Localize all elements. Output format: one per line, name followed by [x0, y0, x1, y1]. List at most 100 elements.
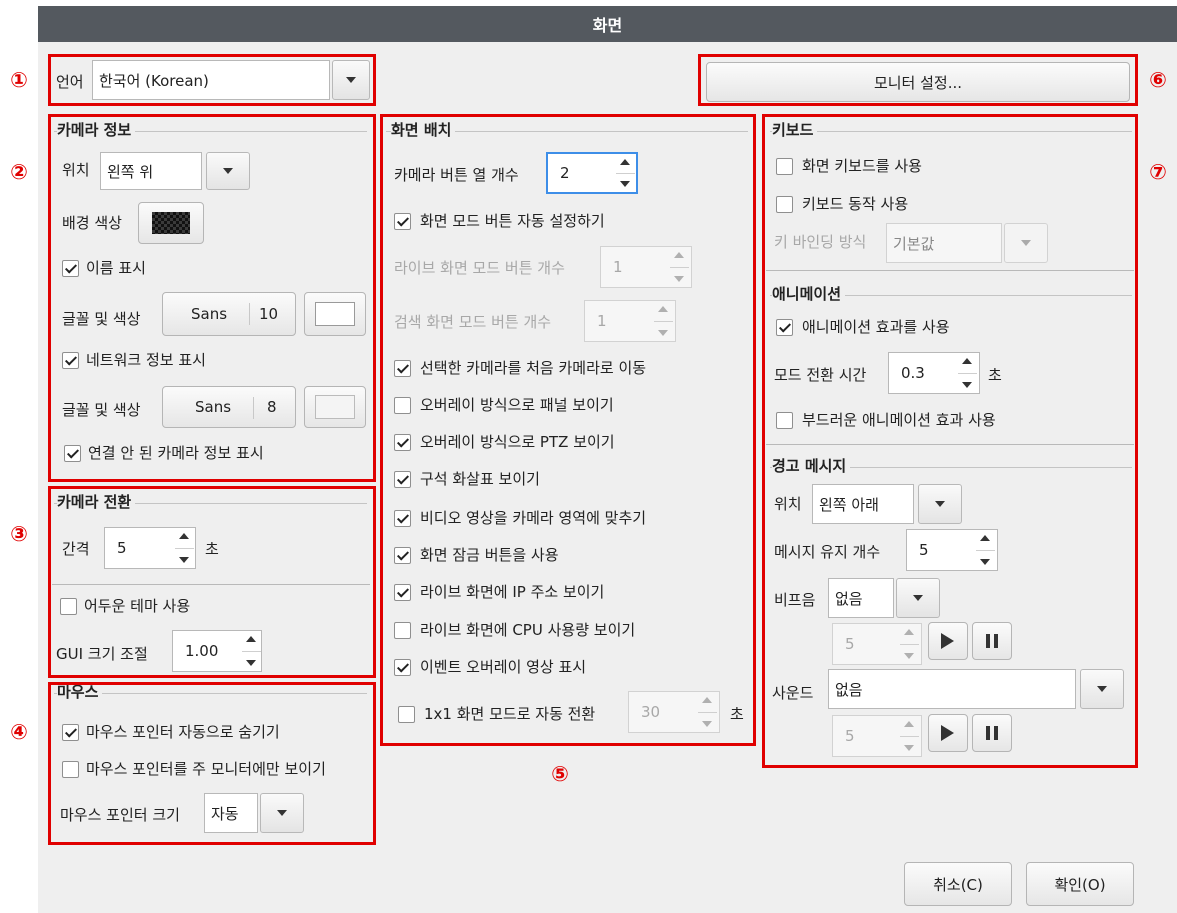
auto-1x1-spin-arrows[interactable] [698, 693, 717, 731]
layout-option-checkbox[interactable] [394, 659, 411, 676]
play-icon [941, 725, 954, 741]
marker-3: ③ [10, 522, 28, 546]
sound-value: 없음 [835, 680, 863, 699]
search-mode-buttons-spin-arrows[interactable] [654, 302, 673, 340]
interval-spin-arrows[interactable] [175, 529, 194, 567]
layout-option-label: 오버레이 방식으로 패널 보이기 [420, 396, 614, 414]
bg-color-button[interactable] [138, 202, 204, 244]
switch-time-spin-arrows[interactable] [958, 354, 977, 392]
layout-option-label: 화면 잠금 버튼을 사용 [420, 546, 559, 564]
camera-position-value: 왼쪽 위 [107, 162, 154, 181]
layout-option-checkbox[interactable] [394, 584, 411, 601]
layout-option-checkbox[interactable] [394, 510, 411, 527]
show-disconnected-label: 연결 안 된 카메라 정보 표시 [88, 444, 264, 462]
font-size-1: 10 [259, 305, 279, 323]
beep-label: 비프음 [774, 591, 816, 609]
layout-option-checkbox[interactable] [394, 622, 411, 639]
key-binding-select[interactable]: 기본값 [886, 223, 1002, 263]
layout-option-label: 구석 화살표 보이기 [420, 470, 540, 488]
auto-1x1-checkbox[interactable] [398, 706, 415, 723]
animation-effects-label: 애니메이션 효과를 사용 [802, 318, 950, 336]
columns-spin-arrows[interactable] [616, 155, 635, 191]
sound-select[interactable]: 없음 [828, 669, 1076, 709]
layout-option-label: 라이브 화면에 IP 주소 보이기 [420, 583, 605, 601]
beep-value: 없음 [835, 589, 863, 608]
font-button-2[interactable]: Sans 8 [162, 386, 296, 428]
pointer-size-select[interactable]: 자동 [204, 793, 258, 833]
sound-pause-button[interactable] [972, 714, 1012, 752]
sound-repeat-value: 5 [845, 727, 855, 745]
smooth-animation-label: 부드러운 애니메이션 효과 사용 [802, 411, 996, 429]
monitor-settings-button[interactable]: 모니터 설정... [706, 62, 1130, 102]
keep-count-label: 메시지 유지 개수 [774, 543, 881, 561]
layout-option-checkbox[interactable] [394, 360, 411, 377]
cancel-button[interactable]: 취소(C) [904, 862, 1012, 906]
keyboard-actions-checkbox[interactable] [776, 196, 793, 213]
camera-position-dropdown-button[interactable] [206, 152, 250, 190]
beep-play-button[interactable] [928, 622, 968, 660]
keep-count-spin-arrows[interactable] [976, 531, 995, 569]
font-color-swatch-2 [315, 395, 355, 419]
show-network-checkbox[interactable] [62, 352, 79, 369]
font-color-swatch-1 [315, 302, 355, 326]
key-binding-label: 키 바인딩 방식 [774, 233, 867, 251]
gui-scale-spin-arrows[interactable] [242, 632, 261, 670]
interval-unit: 초 [205, 540, 219, 558]
font-button-1[interactable]: Sans 10 [162, 292, 296, 336]
layout-option-label: 라이브 화면에 CPU 사용량 보이기 [420, 621, 636, 639]
sound-play-button[interactable] [928, 714, 968, 752]
font-color-label-2: 글꼴 및 색상 [62, 401, 141, 419]
onscreen-keyboard-checkbox[interactable] [776, 158, 793, 175]
animation-title: 애니메이션 [772, 287, 846, 302]
auto-mode-buttons-checkbox[interactable] [394, 213, 411, 230]
language-select[interactable]: 한국어 (Korean) [92, 60, 330, 100]
dialog-titlebar: 화면 [38, 6, 1177, 42]
pointer-size-dropdown-button[interactable] [260, 793, 304, 833]
auto-1x1-label: 1x1 화면 모드로 자동 전환 [424, 705, 596, 723]
gui-scale-label: GUI 크기 조절 [56, 645, 148, 663]
sound-dropdown-button[interactable] [1080, 669, 1124, 709]
layout-option-checkbox[interactable] [394, 471, 411, 488]
layout-option-checkbox[interactable] [394, 434, 411, 451]
auto-hide-pointer-checkbox[interactable] [62, 724, 79, 741]
beep-repeat-spin-arrows[interactable] [900, 625, 919, 663]
animation-effects-checkbox[interactable] [776, 319, 793, 336]
camera-position-select[interactable]: 왼쪽 위 [100, 152, 202, 190]
smooth-animation-checkbox[interactable] [776, 412, 793, 429]
camera-info-title: 카메라 정보 [57, 123, 136, 138]
marker-7: ⑦ [1149, 160, 1167, 184]
ok-button[interactable]: 확인(O) [1026, 862, 1134, 906]
beep-select[interactable]: 없음 [828, 578, 894, 618]
show-disconnected-checkbox[interactable] [64, 445, 81, 462]
warning-position-dropdown-button[interactable] [918, 484, 962, 524]
beep-pause-button[interactable] [972, 622, 1012, 660]
marker-2: ② [10, 160, 28, 184]
cancel-label: 취소(C) [933, 875, 983, 894]
camera-switch-separator [52, 584, 370, 585]
font-button-divider-2 [253, 397, 254, 419]
gui-scale-value: 1.00 [185, 642, 219, 660]
layout-option-checkbox[interactable] [394, 397, 411, 414]
language-dropdown-button[interactable] [332, 60, 370, 100]
key-binding-dropdown-button[interactable] [1004, 223, 1048, 263]
pause-icon [986, 634, 990, 648]
search-mode-buttons-label: 검색 화면 모드 버튼 개수 [394, 313, 552, 331]
font-color-button-2[interactable] [304, 386, 366, 428]
font-button-divider-1 [249, 303, 250, 325]
warning-position-value: 왼쪽 아래 [819, 495, 879, 514]
sound-label: 사운드 [772, 684, 814, 702]
show-name-checkbox[interactable] [62, 260, 79, 277]
layout-title: 화면 배치 [391, 123, 456, 138]
key-binding-value: 기본값 [893, 234, 935, 253]
dark-theme-checkbox[interactable] [60, 598, 77, 615]
dark-theme-label: 어두운 테마 사용 [84, 597, 191, 615]
layout-option-label: 비디오 영상을 카메라 영역에 맞추기 [420, 509, 647, 527]
sound-repeat-spin-arrows[interactable] [900, 717, 919, 755]
main-monitor-pointer-checkbox[interactable] [62, 761, 79, 778]
font-color-label-1: 글꼴 및 색상 [62, 310, 141, 328]
warning-position-select[interactable]: 왼쪽 아래 [812, 484, 914, 524]
font-color-button-1[interactable] [304, 292, 366, 336]
beep-dropdown-button[interactable] [896, 578, 940, 618]
live-mode-buttons-spin-arrows[interactable] [670, 248, 689, 286]
layout-option-checkbox[interactable] [394, 547, 411, 564]
